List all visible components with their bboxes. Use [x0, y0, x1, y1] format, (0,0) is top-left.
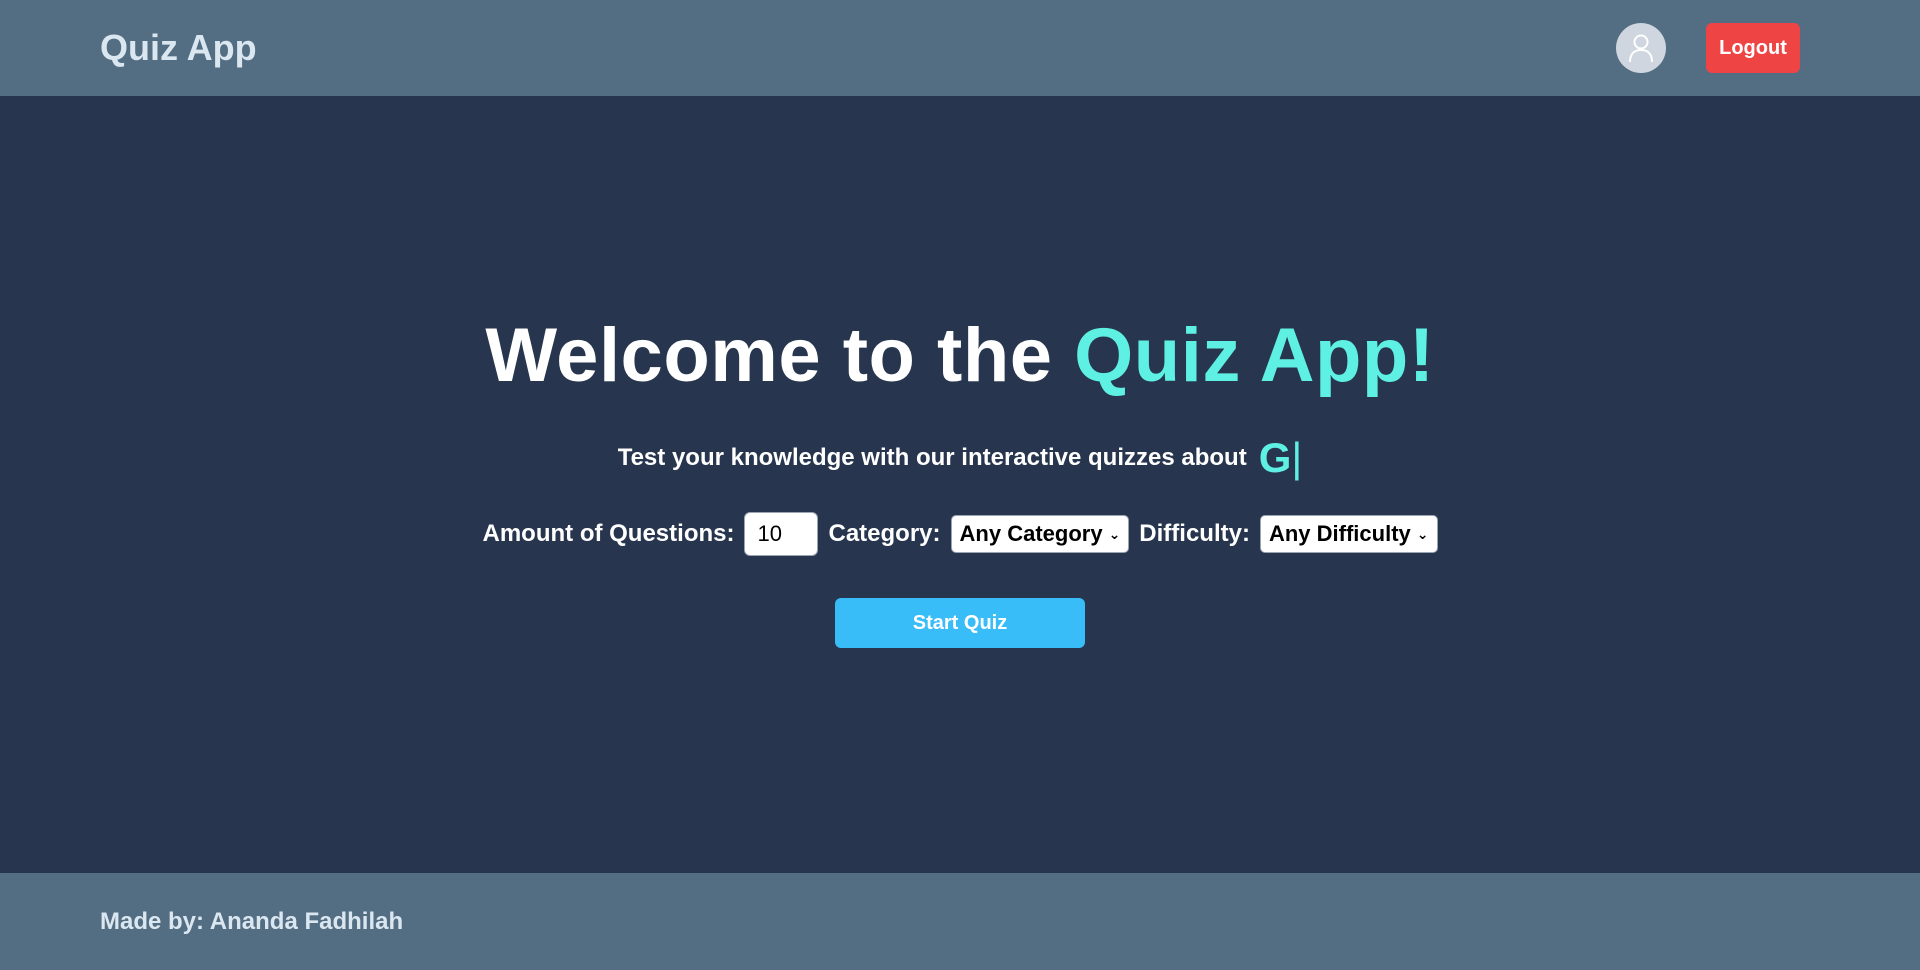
footer: Made by: Ananda Fadhilah [0, 873, 1920, 970]
chevron-down-icon: ⌄ [1416, 525, 1429, 542]
typing-cursor: | [1291, 434, 1303, 481]
chevron-down-icon: ⌄ [1108, 525, 1121, 542]
footer-credit: Made by: Ananda Fadhilah [100, 907, 404, 935]
brand-title[interactable]: Quiz App [100, 27, 257, 69]
quiz-settings-form: Amount of Questions: Category: Any Categ… [483, 512, 1438, 556]
hero-section: Welcome to the Quiz App! Test your knowl… [0, 96, 1920, 873]
amount-label: Amount of Questions: [482, 520, 735, 547]
page-title: Welcome to the Quiz App! [485, 318, 1434, 394]
page: Quiz App Logout Welcome to the Quiz App!… [0, 0, 1920, 970]
category-label: Category: [828, 520, 941, 547]
start-quiz-button[interactable]: Start Quiz [835, 598, 1085, 648]
logout-button[interactable]: Logout [1706, 23, 1800, 73]
difficulty-label: Difficulty: [1139, 520, 1250, 547]
difficulty-selected-value: Any Difficulty [1268, 521, 1411, 546]
user-icon [1629, 34, 1653, 63]
difficulty-select[interactable]: Any Difficulty ⌄ [1259, 515, 1438, 553]
typed-topic: G| [1259, 434, 1303, 482]
typed-text: G [1258, 434, 1292, 481]
category-selected-value: Any Category [959, 521, 1103, 546]
headline-prefix: Welcome to the [485, 313, 1075, 398]
navbar-actions: Logout [1616, 23, 1800, 73]
headline-accent: Quiz App! [1074, 313, 1435, 398]
subtitle: Test your knowledge with our interactive… [618, 434, 1303, 482]
avatar[interactable] [1616, 23, 1666, 73]
navbar: Quiz App Logout [0, 0, 1920, 96]
amount-of-questions-input[interactable] [744, 512, 819, 556]
category-select[interactable]: Any Category ⌄ [950, 515, 1130, 553]
subtitle-text: Test your knowledge with our interactive… [617, 444, 1247, 471]
